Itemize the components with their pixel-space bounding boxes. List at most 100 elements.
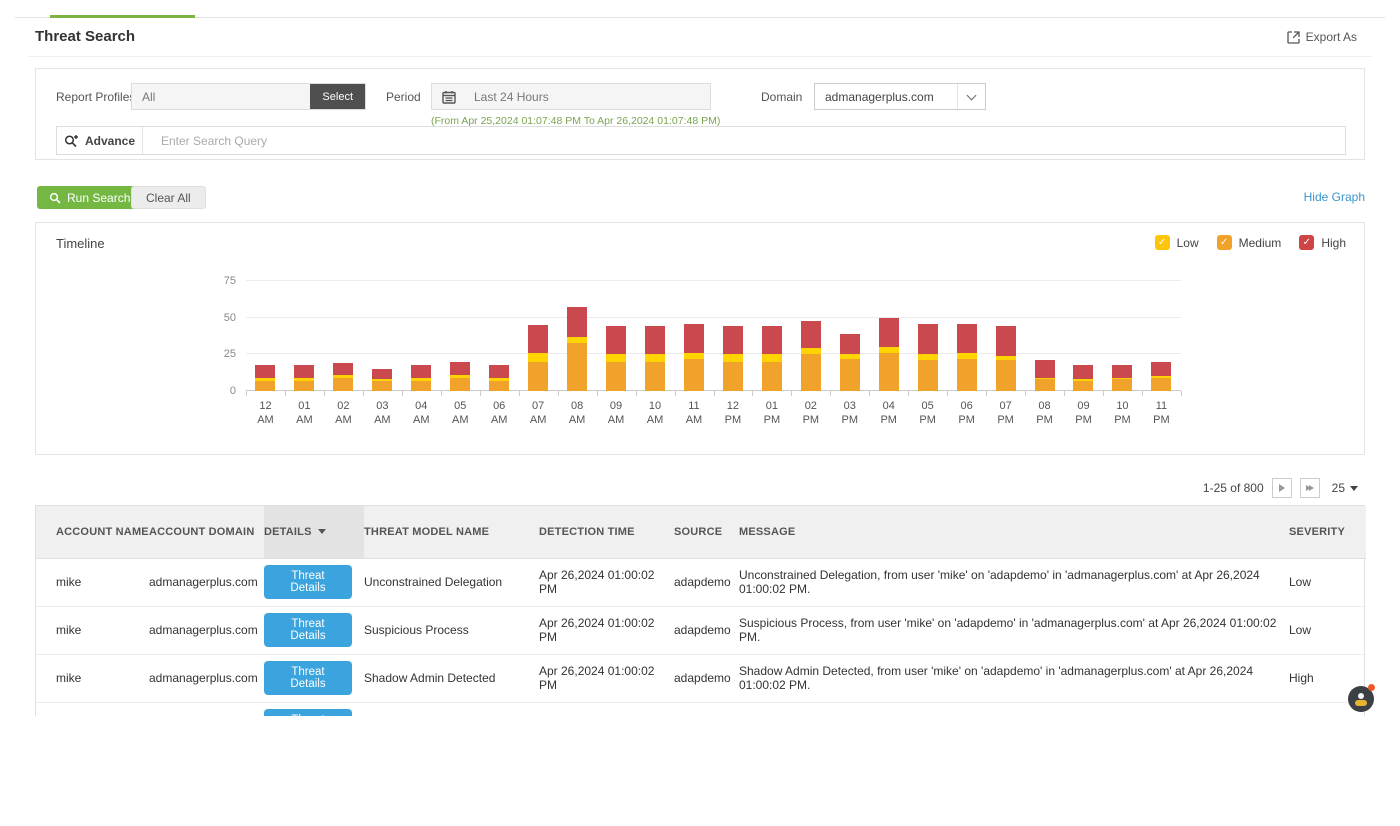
domain-label: Domain: [761, 90, 802, 104]
timeline-bar[interactable]: [723, 326, 743, 391]
timeline-bar[interactable]: [606, 326, 626, 391]
timeline-bar[interactable]: [996, 326, 1016, 391]
report-profiles-value: All: [142, 90, 155, 104]
cell-account-domain: admanagerplus.com: [149, 558, 264, 606]
domain-select[interactable]: admanagerplus.com: [814, 83, 986, 110]
pagination: 1-25 of 800 25: [1203, 478, 1358, 498]
threat-details-button[interactable]: Threat Details: [264, 661, 352, 695]
pagination-range: 1-25 of 800: [1203, 481, 1264, 495]
select-button[interactable]: Select: [310, 84, 365, 109]
timeline-bar[interactable]: [567, 307, 587, 391]
checkbox-checked-icon: ✓: [1217, 235, 1232, 250]
col-detection-time[interactable]: DETECTION TIME: [539, 506, 674, 558]
cell-account-domain: admanagerplus.com: [149, 606, 264, 654]
export-icon: [1287, 31, 1300, 44]
cell-account-name: mike: [36, 654, 149, 702]
cell-detection-time: Apr 26,2024 01:00:02 PM: [539, 606, 674, 654]
search-query-input[interactable]: [143, 127, 1345, 154]
cell-message: Shadow Admin Detected, from user 'mike' …: [739, 654, 1289, 702]
run-search-label: Run Search: [67, 191, 130, 205]
timeline-bar[interactable]: [840, 334, 860, 391]
page-size-value: 25: [1332, 481, 1345, 495]
next-page-button[interactable]: [1272, 478, 1292, 498]
cell-threat-model: Unconstrained Delegation: [364, 558, 539, 606]
advance-label: Advance: [85, 134, 135, 148]
col-source[interactable]: SOURCE: [674, 506, 739, 558]
export-as-button[interactable]: Export As: [1287, 30, 1357, 44]
timeline-bar[interactable]: [1151, 362, 1171, 391]
assistant-bubble-button[interactable]: [1348, 686, 1374, 712]
domain-value: admanagerplus.com: [815, 90, 957, 104]
report-profiles-label: Report Profiles: [56, 90, 135, 104]
timeline-bar[interactable]: [255, 365, 275, 391]
legend-item-low[interactable]: ✓ Low: [1155, 235, 1199, 250]
timeline-bar[interactable]: [957, 324, 977, 391]
legend-label-medium: Medium: [1239, 236, 1282, 250]
timeline-bar[interactable]: [1035, 360, 1055, 391]
legend-item-medium[interactable]: ✓ Medium: [1217, 235, 1282, 250]
threat-search-page: Threat Search Export As Report Profiles …: [0, 0, 1400, 826]
cell-source: adapdemo: [674, 606, 739, 654]
cell-threat-model: Suspicious Process: [364, 606, 539, 654]
threat-details-button[interactable]: Threat Details: [264, 709, 352, 716]
timeline-plot: 0255075: [246, 281, 1181, 391]
timeline-bar[interactable]: [489, 365, 509, 391]
search-icon: [49, 192, 61, 204]
advance-search-icon: [64, 134, 79, 148]
timeline-bar[interactable]: [294, 365, 314, 391]
top-divider: [15, 17, 1385, 18]
content-area: Threat Search Export As Report Profiles …: [0, 0, 1400, 716]
timeline-bar[interactable]: [333, 363, 353, 391]
timeline-bar[interactable]: [1073, 365, 1093, 391]
timeline-bar[interactable]: [1112, 365, 1132, 391]
cell-severity: Low: [1289, 606, 1366, 654]
timeline-bar[interactable]: [372, 369, 392, 391]
legend-item-high[interactable]: ✓ High: [1299, 235, 1346, 250]
col-message[interactable]: MESSAGE: [739, 506, 1289, 558]
col-details[interactable]: DETAILS: [264, 506, 364, 558]
timeline-xlabels: 12AM01AM02AM03AM04AM05AM06AM07AM08AM09AM…: [246, 399, 1181, 427]
timeline-bar[interactable]: [411, 365, 431, 391]
last-page-button[interactable]: [1300, 478, 1320, 498]
filter-panel: Report Profiles All Select Period Last 2…: [35, 68, 1365, 160]
col-threat-model-name[interactable]: THREAT MODEL NAME: [364, 506, 539, 558]
checkbox-checked-icon: ✓: [1155, 235, 1170, 250]
cell-severity: Low: [1289, 558, 1366, 606]
active-tab-indicator: [50, 15, 195, 18]
period-field[interactable]: Last 24 Hours: [431, 83, 711, 110]
advance-button[interactable]: Advance: [57, 127, 143, 154]
caret-down-icon: [1350, 486, 1358, 491]
timeline-bar[interactable]: [918, 324, 938, 391]
threat-details-button[interactable]: Threat Details: [264, 613, 352, 647]
timeline-bar[interactable]: [762, 326, 782, 391]
cell-detection-time: Apr 26,2024 01:00:02 PM: [539, 558, 674, 606]
hide-graph-link[interactable]: Hide Graph: [1304, 190, 1365, 204]
col-account-name[interactable]: ACCOUNT NAME: [36, 506, 149, 558]
cell-message: Suspicious Process, from user 'mike' on …: [739, 606, 1289, 654]
page-size-dropdown[interactable]: 25: [1332, 481, 1358, 495]
advanced-search-bar: Advance: [56, 126, 1346, 155]
threat-details-button[interactable]: Threat Details: [264, 565, 352, 599]
cell-account-name: mike: [36, 606, 149, 654]
col-account-domain[interactable]: ACCOUNT DOMAIN: [149, 506, 264, 558]
report-profiles-field[interactable]: All Select: [131, 83, 366, 110]
col-severity[interactable]: SEVERITY: [1289, 506, 1366, 558]
timeline-bar[interactable]: [801, 321, 821, 391]
timeline-bar[interactable]: [528, 325, 548, 391]
timeline-bar[interactable]: [645, 326, 665, 391]
table-header-row: ACCOUNT NAME ACCOUNT DOMAIN DETAILS THRE…: [36, 506, 1366, 558]
period-label: Period: [386, 90, 421, 104]
table-row: mike admanagerplus.com Threat Details Un…: [36, 558, 1366, 606]
timeline-bar[interactable]: [450, 362, 470, 391]
timeline-bar[interactable]: [684, 324, 704, 391]
results-table: ACCOUNT NAME ACCOUNT DOMAIN DETAILS THRE…: [35, 505, 1365, 716]
run-search-button[interactable]: Run Search: [37, 186, 142, 209]
cell-message: Unconstrained Delegation, from user 'mik…: [739, 558, 1289, 606]
table-row: mike admanagerplus.com Threat Details Sh…: [36, 654, 1366, 702]
clear-all-button[interactable]: Clear All: [131, 186, 206, 209]
table-row-partial: Threat Details: [36, 702, 1366, 716]
legend-label-high: High: [1321, 236, 1346, 250]
cell-threat-model: Shadow Admin Detected: [364, 654, 539, 702]
timeline-bar[interactable]: [879, 318, 899, 391]
page-title: Threat Search: [35, 28, 135, 45]
